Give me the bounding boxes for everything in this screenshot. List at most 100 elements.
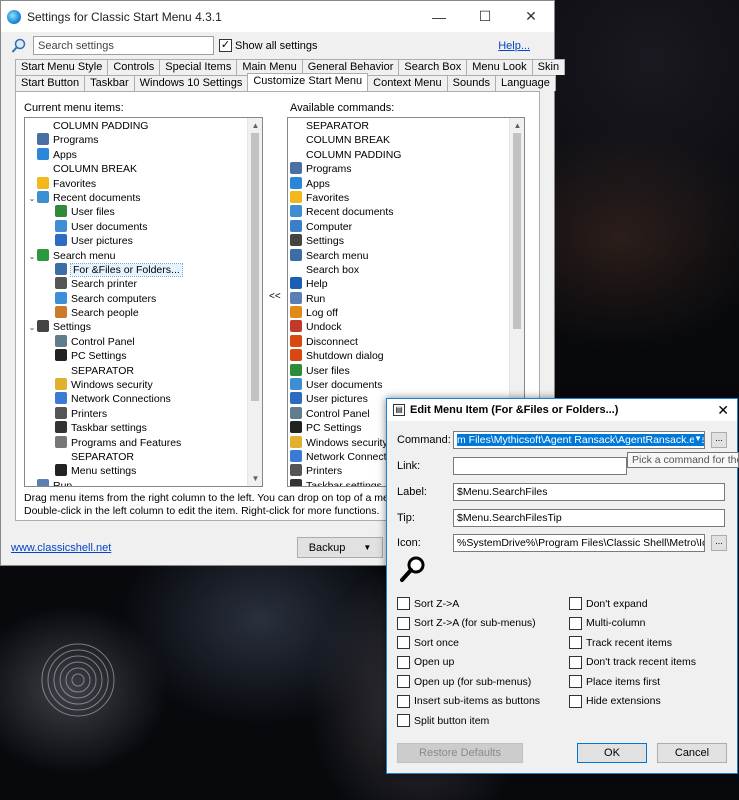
command-item[interactable]: COLUMN PADDING (288, 148, 524, 162)
dialog-title-bar[interactable]: ▤ Edit Menu Item (For &Files or Folders.… (387, 399, 737, 421)
tab-start-menu-style[interactable]: Start Menu Style (15, 59, 109, 75)
tree-item[interactable]: SEPARATOR (25, 364, 262, 378)
tree-item[interactable]: SEPARATOR (25, 450, 262, 464)
tree-item[interactable]: Run (25, 478, 262, 486)
tab-context-menu[interactable]: Context Menu (367, 75, 448, 91)
cancel-button[interactable]: Cancel (657, 743, 727, 763)
title-bar[interactable]: Settings for Classic Start Menu 4.3.1 — … (1, 1, 554, 32)
option-checkbox[interactable]: Open up (397, 655, 454, 669)
tab-search-box[interactable]: Search Box (398, 59, 468, 75)
command-item[interactable]: Run (288, 291, 524, 306)
checkbox-unchecked-icon[interactable] (397, 597, 410, 610)
checkbox-unchecked-icon[interactable] (569, 655, 582, 669)
command-item[interactable]: Recent documents (288, 205, 524, 219)
scrollbar-thumb[interactable] (513, 133, 521, 329)
command-item[interactable]: User files (288, 363, 524, 378)
tab-special-items[interactable]: Special Items (159, 59, 238, 75)
tab-controls[interactable]: Controls (107, 59, 161, 75)
tree-item[interactable]: Printers (25, 406, 262, 421)
tree-item[interactable]: PC Settings (25, 349, 262, 363)
option-checkbox[interactable]: Split button item (397, 714, 489, 727)
command-item[interactable]: Help (288, 277, 524, 291)
tree-scrollbar[interactable]: ▲ ▼ (247, 118, 262, 486)
tree-item[interactable]: COLUMN BREAK (25, 162, 262, 176)
tree-item[interactable]: For &Files or Folders... (25, 262, 262, 277)
checkbox-unchecked-icon[interactable] (569, 675, 582, 688)
close-button[interactable]: ✕ (508, 1, 554, 32)
tree-item[interactable]: Windows security (25, 378, 262, 392)
command-item[interactable]: Programs (288, 162, 524, 176)
command-item[interactable]: Shutdown dialog (288, 349, 524, 363)
tree-item[interactable]: User files (25, 205, 262, 219)
tree-item[interactable]: ⌄ Settings (25, 320, 262, 334)
tab-sounds[interactable]: Sounds (446, 75, 496, 91)
tree-item[interactable]: Network Connections (25, 392, 262, 406)
search-input[interactable] (33, 36, 214, 55)
command-item[interactable]: Apps (288, 176, 524, 191)
checkbox-unchecked-icon[interactable] (397, 714, 410, 727)
checkbox-checked-icon[interactable]: ✓ (219, 39, 232, 52)
option-checkbox[interactable]: Sort once (397, 636, 459, 649)
tab-customize-start-menu[interactable]: Customize Start Menu (247, 73, 369, 91)
option-checkbox[interactable]: Sort Z->A (for sub-menus) (397, 616, 536, 630)
tree-item[interactable]: COLUMN PADDING (25, 119, 262, 133)
command-item[interactable]: Log off (288, 306, 524, 320)
tab-taskbar[interactable]: Taskbar (84, 75, 135, 91)
checkbox-unchecked-icon[interactable] (397, 655, 410, 669)
link-input[interactable] (453, 457, 627, 475)
tab-menu-look[interactable]: Menu Look (466, 59, 533, 75)
current-menu-items-tree[interactable]: COLUMN PADDING Programs Apps COLUMN BREAK Fa… (24, 117, 263, 487)
tree-item[interactable]: Search printer (25, 277, 262, 291)
option-checkbox[interactable]: Multi-column (569, 616, 646, 630)
tree-item[interactable]: Menu settings (25, 464, 262, 478)
scroll-down-icon[interactable]: ▼ (248, 471, 262, 486)
tree-item[interactable]: Search computers (25, 291, 262, 306)
tab-skin[interactable]: Skin (531, 59, 566, 75)
command-item[interactable]: Undock (288, 320, 524, 334)
tab-start-button[interactable]: Start Button (15, 75, 86, 91)
tree-item[interactable]: ⌄ Search menu (25, 248, 262, 264)
tree-item[interactable]: ⌄ Recent documents (25, 190, 262, 206)
option-checkbox[interactable]: Hide extensions (569, 694, 661, 708)
tree-item[interactable]: Programs and Features (25, 435, 262, 450)
checkbox-unchecked-icon[interactable] (569, 694, 582, 708)
tree-item[interactable]: Programs (25, 133, 262, 147)
command-combobox[interactable]: m Files\Mythicsoft\Agent Ransack\AgentRa… (453, 431, 705, 449)
command-item[interactable]: Search box (288, 263, 524, 277)
tree-item[interactable]: Taskbar settings (25, 421, 262, 435)
tree-item[interactable]: Control Panel (25, 334, 262, 349)
tab-windows-10-settings[interactable]: Windows 10 Settings (133, 75, 249, 91)
checkbox-unchecked-icon[interactable] (397, 616, 410, 630)
expand-chevron-icon[interactable]: ⌄ (27, 250, 37, 264)
dialog-close-icon[interactable]: ✕ (717, 402, 729, 419)
command-item[interactable]: Settings (288, 234, 524, 248)
icon-browse-button[interactable]: ... (711, 535, 727, 551)
expand-chevron-icon[interactable]: ⌄ (27, 321, 37, 335)
command-item[interactable]: Computer (288, 219, 524, 234)
option-checkbox[interactable]: Open up (for sub-menus) (397, 675, 531, 688)
checkbox-unchecked-icon[interactable] (569, 636, 582, 649)
icon-input[interactable]: %SystemDrive%\Program Files\Classic Shel… (453, 534, 705, 552)
checkbox-unchecked-icon[interactable] (397, 694, 410, 708)
scroll-up-icon[interactable]: ▲ (248, 118, 262, 133)
tree-item[interactable]: Apps (25, 147, 262, 162)
scrollbar-thumb[interactable] (251, 133, 259, 401)
backup-button[interactable]: Backup ▼ (297, 537, 383, 558)
checkbox-unchecked-icon[interactable] (397, 636, 410, 649)
tree-item[interactable]: Favorites (25, 176, 262, 191)
checkbox-unchecked-icon[interactable] (397, 675, 410, 688)
ok-button[interactable]: OK (577, 743, 647, 763)
restore-defaults-button[interactable]: Restore Defaults (397, 743, 523, 763)
option-checkbox[interactable]: Insert sub-items as buttons (397, 694, 540, 708)
label-input[interactable]: $Menu.SearchFiles (453, 483, 725, 501)
option-checkbox[interactable]: Sort Z->A (397, 597, 459, 610)
command-item[interactable]: Favorites (288, 190, 524, 205)
expand-chevron-icon[interactable]: ⌄ (27, 192, 37, 206)
command-item[interactable]: Search menu (288, 248, 524, 263)
tab-language[interactable]: Language (494, 75, 556, 91)
tip-input[interactable]: $Menu.SearchFilesTip (453, 509, 725, 527)
classicshell-website-link[interactable]: www.classicshell.net (11, 542, 111, 554)
command-item[interactable]: User documents (288, 378, 524, 392)
show-all-settings-checkbox[interactable]: ✓ Show all settings (219, 39, 318, 52)
tree-item[interactable]: User pictures (25, 234, 262, 248)
